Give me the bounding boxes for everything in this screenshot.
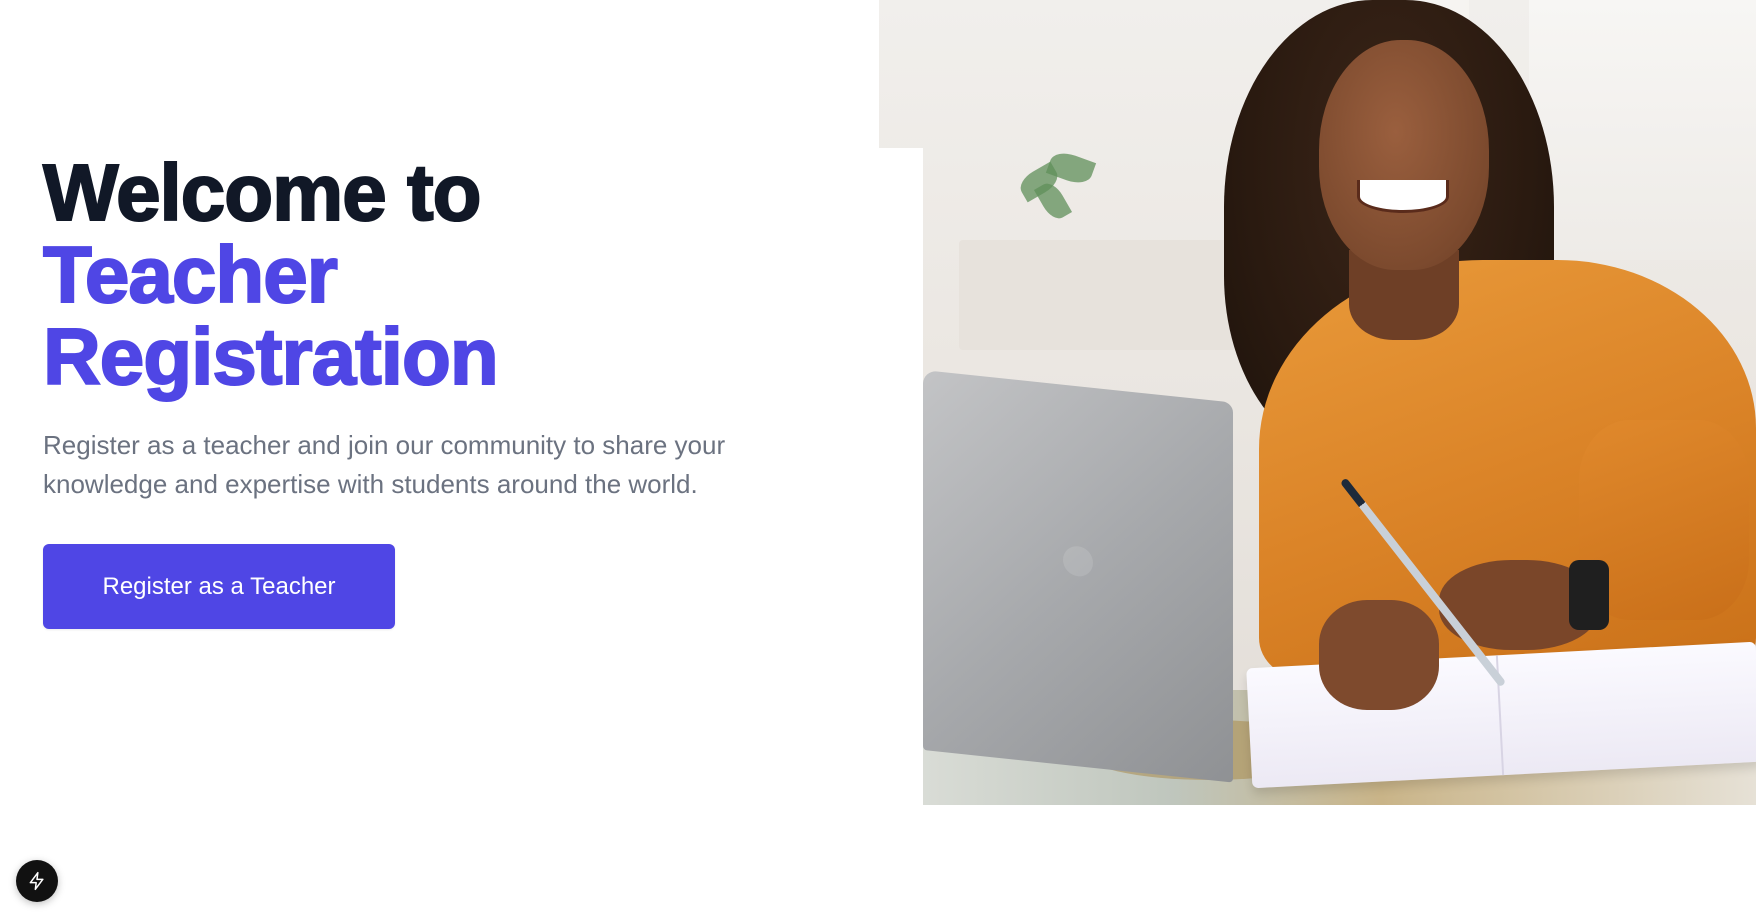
headline-welcome: Welcome to xyxy=(42,148,483,237)
photo-person-hand-left xyxy=(1319,600,1439,710)
headline-registration: Registration xyxy=(42,312,500,401)
photo-window xyxy=(1529,0,1756,260)
photo-laptop xyxy=(923,370,1233,783)
hero-description: Register as a teacher and join our commu… xyxy=(43,430,726,499)
photo-laptop-logo xyxy=(1063,544,1093,578)
page-title: Welcome to Teacher Registration xyxy=(42,148,843,401)
photo-cutout xyxy=(879,148,923,805)
hero-section: Welcome to Teacher Registration Register… xyxy=(42,148,843,504)
register-as-teacher-button[interactable]: Register as a Teacher xyxy=(43,544,395,629)
lightning-bolt-icon xyxy=(29,871,44,891)
dev-tools-badge[interactable] xyxy=(16,860,58,902)
headline-teacher: Teacher xyxy=(42,230,339,319)
hero-photo xyxy=(879,0,1756,805)
landing-page: Welcome to Teacher Registration Register… xyxy=(0,0,1756,923)
photo-shelf xyxy=(959,240,1259,350)
photo-person-smile xyxy=(1357,180,1449,213)
photo-person-face xyxy=(1319,40,1489,270)
photo-plant xyxy=(999,140,1109,240)
photo-watch xyxy=(1569,560,1609,630)
